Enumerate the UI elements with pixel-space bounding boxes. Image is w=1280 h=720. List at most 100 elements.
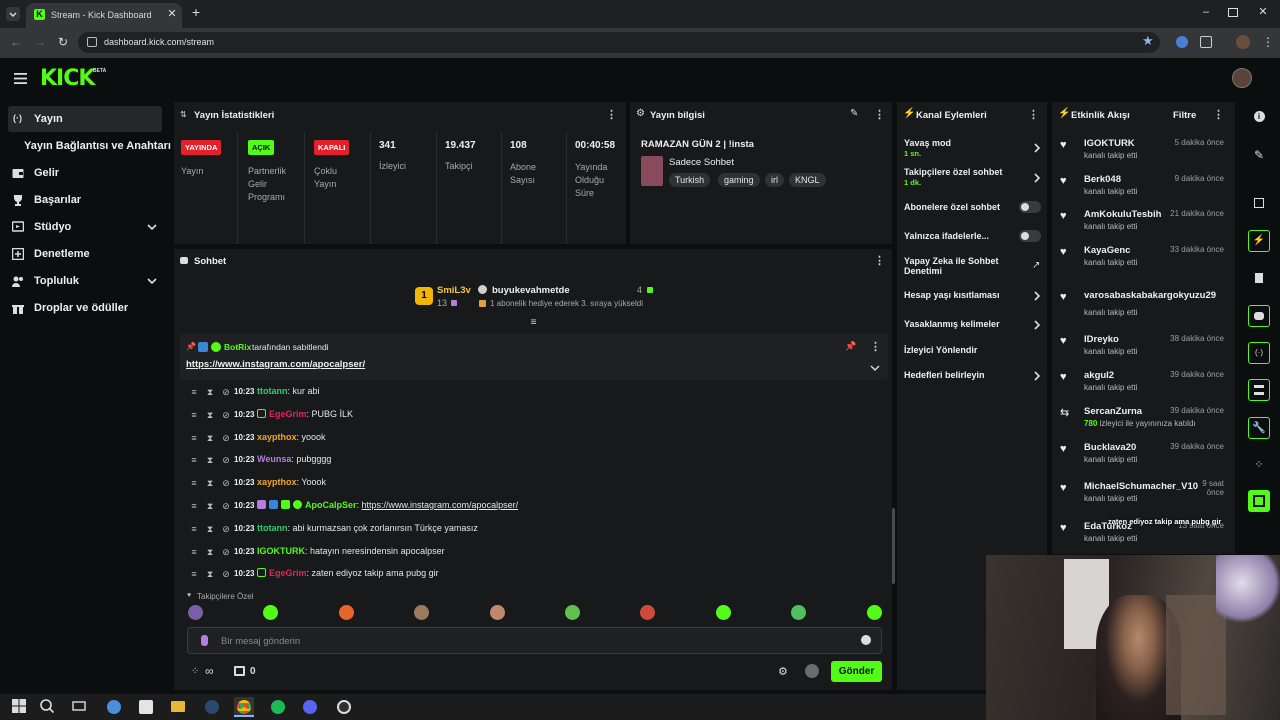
activity-item[interactable]: ♥ varosabaskabakargokyuzu29 kanalı takip e… — [1060, 290, 1230, 320]
chat-input[interactable]: Bir mesaj gönderin — [187, 627, 882, 654]
chat-message[interactable]: ≡ ⧗ ⊘ 10:23 ttotann: abi kurmazsan çok zorl… — [190, 523, 890, 537]
activity-item[interactable]: ♥ AmKokuluTesbih 21 dakika önce kanalı taki… — [1060, 209, 1230, 239]
forward-icon[interactable]: → — [34, 36, 46, 48]
quick-actions-icon[interactable]: ⚡ — [1248, 230, 1270, 252]
emote-button[interactable] — [489, 605, 505, 620]
slow-mode-action[interactable]: Yavaş mod 1 sn. — [904, 138, 1040, 158]
kick-logo[interactable]: KICK — [40, 66, 95, 91]
delete-icon[interactable]: ≡ — [190, 387, 198, 397]
ban-icon[interactable]: ⊘ — [222, 478, 230, 488]
timeout-icon[interactable]: ⧗ — [206, 433, 214, 443]
discord-icon[interactable] — [300, 697, 320, 717]
activity-username[interactable]: AmKokuluTesbih — [1084, 209, 1161, 220]
activity-item[interactable]: ♥ Berk048 9 dakika önce kanalı takip etti — [1060, 174, 1230, 204]
followers-only-action[interactable]: Takipçilere özel sohbet 1 dk. — [904, 167, 1040, 187]
timeout-icon[interactable]: ⧗ — [206, 410, 214, 420]
chat-username[interactable]: EgeGrim — [269, 568, 307, 578]
unpin-icon[interactable]: 📌 — [845, 341, 856, 352]
panel-menu-icon[interactable]: ⋮ — [1213, 110, 1224, 121]
stream-tag[interactable]: Turkish — [669, 173, 711, 187]
chat-message[interactable]: ≡ ⧗ ⊘ 10:23 Weunsa: pubgggg — [190, 454, 890, 468]
chevron-right-icon[interactable] — [1032, 143, 1042, 153]
chat-username[interactable]: Weunsa — [257, 454, 291, 464]
timeout-icon[interactable]: ⧗ — [206, 478, 214, 488]
chat-username[interactable]: ttotann — [257, 386, 288, 396]
ban-icon[interactable]: ⊘ — [222, 524, 230, 534]
chevron-right-icon[interactable] — [1032, 173, 1042, 183]
sidebar-item-droplar[interactable]: Droplar ve ödüller — [0, 295, 170, 321]
category-name[interactable]: Sadece Sohbet — [669, 157, 734, 168]
activity-username[interactable]: varosabaskabakargokyuzu29 — [1084, 290, 1216, 301]
panel-menu-icon[interactable]: ⋮ — [874, 110, 885, 121]
sidebar-item-gelir[interactable]: Gelir — [0, 160, 170, 186]
notes-icon[interactable] — [1248, 267, 1270, 289]
activity-item[interactable]: ♥ IGOKTURK 5 dakika önce kanalı takip etti — [1060, 138, 1230, 168]
user-avatar[interactable] — [1232, 68, 1252, 88]
activity-item[interactable]: ♥ MichaelSchumacher_V10 9 saat önce kanalı … — [1060, 479, 1230, 511]
activity-username[interactable]: IDreyko — [1084, 334, 1119, 345]
sidebar-item-topluluk[interactable]: Topluluk — [0, 268, 170, 294]
delete-icon[interactable]: ≡ — [190, 501, 198, 511]
emote-button[interactable] — [338, 605, 354, 620]
emote-button[interactable] — [188, 605, 203, 620]
edit-pencil-icon[interactable]: ✎ — [1248, 144, 1270, 166]
activity-username[interactable]: Berk048 — [1084, 174, 1121, 185]
delete-icon[interactable]: ≡ — [190, 478, 198, 488]
delete-icon[interactable]: ≡ — [190, 455, 198, 465]
site-info-icon[interactable] — [87, 37, 97, 47]
delete-icon[interactable]: ≡ — [190, 524, 198, 534]
timeout-icon[interactable]: ⧗ — [206, 524, 214, 534]
send-button[interactable]: Gönder — [831, 661, 882, 682]
new-tab-button[interactable]: + — [189, 5, 203, 19]
ban-icon[interactable]: ⊘ — [222, 455, 230, 465]
screenshot-icon[interactable] — [1248, 192, 1270, 214]
clapperboard-icon[interactable] — [1248, 490, 1270, 512]
minimize-button[interactable]: – — [1198, 6, 1214, 20]
reload-icon[interactable]: ↻ — [58, 36, 70, 48]
chat-settings-icon[interactable]: ⚙ — [778, 665, 788, 678]
chat-message[interactable]: ≡ ⧗ ⊘ 10:23 EgeGrim: zaten ediyoz takip ama… — [190, 568, 890, 582]
sidebar-item-studyo[interactable]: Stüdyo — [0, 214, 170, 240]
subscribers-only-toggle[interactable] — [1019, 201, 1041, 213]
layout-icon[interactable] — [1248, 379, 1270, 401]
pinned-by-user[interactable]: BotRix — [224, 342, 251, 352]
chat-username[interactable]: ApoCalpSer — [305, 500, 357, 510]
gift-receiver-name[interactable]: buyukevahmetde — [492, 285, 570, 296]
timeout-icon[interactable]: ⧗ — [206, 569, 214, 579]
tab-search-button[interactable] — [6, 7, 20, 21]
activity-username[interactable]: SercanZurna — [1084, 406, 1142, 417]
activity-item[interactable]: ♥ IDreyko 38 dakika önce kanalı takip etti — [1060, 334, 1230, 364]
profile-avatar[interactable] — [1236, 35, 1250, 49]
browser-tab[interactable]: K Stream - Kick Dashboard ✕ — [26, 3, 182, 28]
users-icon[interactable]: ⁘ — [1248, 454, 1270, 476]
chat-scrollbar[interactable] — [892, 508, 895, 584]
activity-item[interactable]: ♥ akgul2 39 dakika önce kanalı takip etti — [1060, 370, 1230, 400]
tab-close-icon[interactable]: ✕ — [166, 8, 178, 20]
banned-words-action[interactable]: Yasaklanmış kelimeler — [904, 319, 1040, 329]
channel-points-value[interactable]: ∞ — [205, 664, 214, 678]
filter-button[interactable]: Filtre — [1173, 110, 1196, 121]
emoji-picker-icon[interactable] — [861, 635, 871, 645]
ban-icon[interactable]: ⊘ — [222, 410, 230, 420]
sidebar-item-basarilar[interactable]: Başarılar — [0, 187, 170, 213]
chat-message[interactable]: ≡ ⧗ ⊘ 10:23 xaypthox: Yoook — [190, 477, 890, 491]
file-explorer-icon[interactable] — [168, 697, 188, 717]
delete-icon[interactable]: ≡ — [190, 569, 198, 579]
chat-message[interactable]: ≡ ⧗ ⊘ 10:23 xaypthox: yoook — [190, 432, 890, 446]
extensions-puzzle-icon[interactable] — [1200, 36, 1212, 48]
panel-menu-icon[interactable]: ⋮ — [606, 110, 617, 121]
sidebar-item-stream-key[interactable]: Yayın Bağlantısı ve Anahtarı — [0, 133, 171, 159]
delete-icon[interactable]: ≡ — [190, 433, 198, 443]
pinned-menu-icon[interactable]: ⋮ — [870, 342, 881, 353]
activity-username[interactable]: MichaelSchumacher_V10 — [1084, 481, 1198, 492]
search-icon[interactable] — [38, 697, 58, 717]
gifter-name[interactable]: SmiL3v — [437, 285, 471, 296]
extension-icon[interactable] — [1176, 36, 1188, 48]
chat-username[interactable]: xaypthox — [257, 477, 297, 487]
mod-tools-icon[interactable] — [805, 664, 819, 678]
chat-message-link[interactable]: https://www.instagram.com/apocalpser/ — [362, 500, 519, 510]
timeout-icon[interactable]: ⧗ — [206, 501, 214, 511]
chevron-down-icon[interactable] — [870, 364, 880, 372]
ban-icon[interactable]: ⊘ — [222, 569, 230, 579]
emote-button[interactable] — [715, 605, 731, 620]
